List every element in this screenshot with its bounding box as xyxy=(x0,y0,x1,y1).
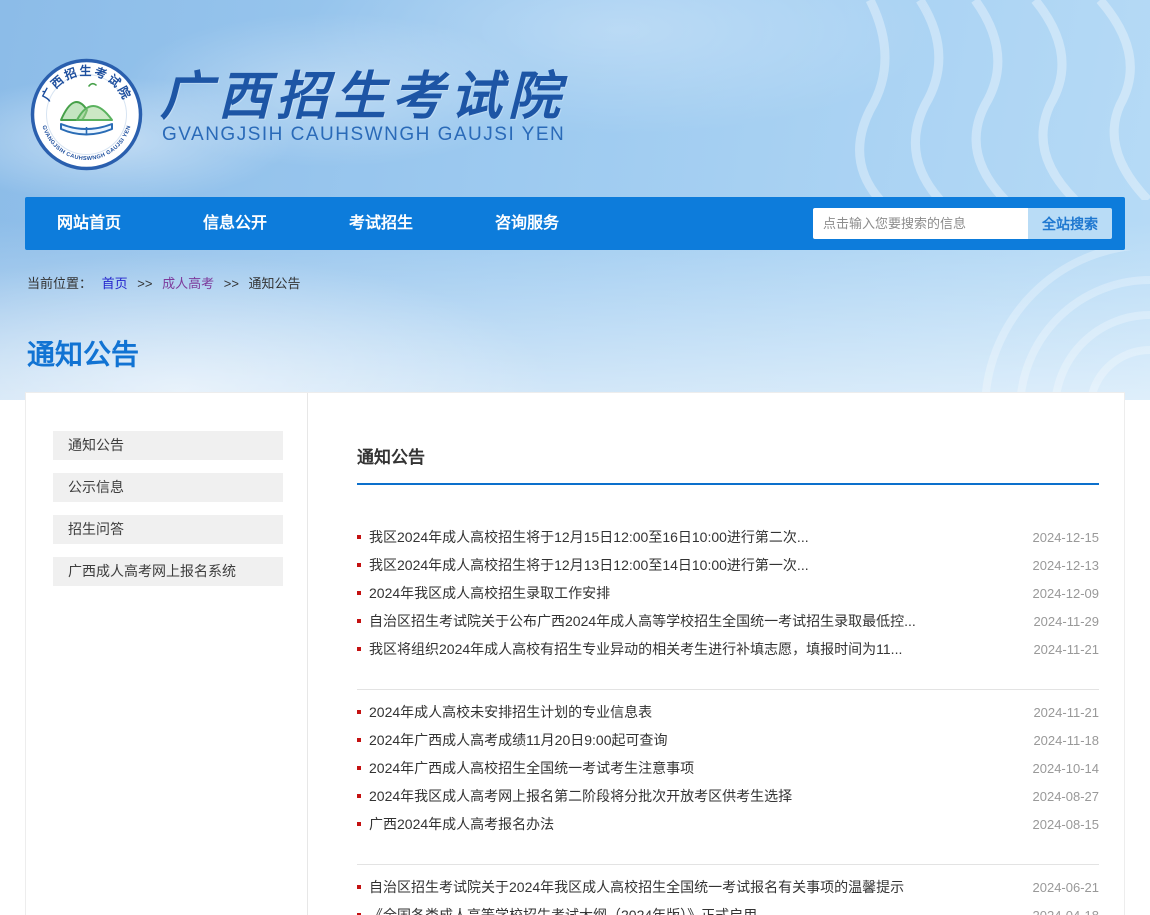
announcement-date: 2024-04-18 xyxy=(1033,908,1100,915)
section-header: 通知公告 xyxy=(357,393,1099,485)
announcement-row: 《全国各类成人高等学校招生考试大纲（2024年版）》正式启用 2024-04-18 xyxy=(357,901,1099,915)
announcement-group: 自治区招生考试院关于2024年我区成人高校招生全国统一考试报名有关事项的温馨提示… xyxy=(357,873,1099,915)
announcement-link[interactable]: 我区2024年成人高校招生将于12月15日12:00至16日10:00进行第二次… xyxy=(369,527,809,547)
bullet-icon xyxy=(357,591,361,595)
announcement-list: 我区2024年成人高校招生将于12月15日12:00至16日10:00进行第二次… xyxy=(357,523,1099,915)
announcement-row: 2024年成人高校未安排招生计划的专业信息表 2024-11-21 xyxy=(357,698,1099,726)
breadcrumb-separator: >> xyxy=(137,276,152,291)
announcement-link[interactable]: 2024年广西成人高考成绩11月20日9:00起可查询 xyxy=(369,730,668,750)
site-title: 广西招生考试院 xyxy=(160,54,760,129)
announcement-date: 2024-12-09 xyxy=(1033,586,1100,601)
announcement-link[interactable]: 广西2024年成人高考报名办法 xyxy=(369,814,554,834)
page-title: 通知公告 xyxy=(27,333,139,373)
search-input[interactable] xyxy=(813,208,1028,239)
announcement-row: 自治区招生考试院关于2024年我区成人高校招生全国统一考试报名有关事项的温馨提示… xyxy=(357,873,1099,901)
breadcrumb-section-link[interactable]: 成人高考 xyxy=(162,276,214,291)
announcement-row: 广西2024年成人高考报名办法 2024-08-15 xyxy=(357,810,1099,838)
announcement-date: 2024-06-21 xyxy=(1033,880,1100,895)
announcement-date: 2024-11-18 xyxy=(1033,733,1099,748)
announcement-group: 我区2024年成人高校招生将于12月15日12:00至16日10:00进行第二次… xyxy=(357,523,1099,690)
sidebar-item-signup-system[interactable]: 广西成人高考网上报名系统 xyxy=(53,557,283,586)
bullet-icon xyxy=(357,885,361,889)
bullet-icon xyxy=(357,647,361,651)
announcement-row-left: 2024年我区成人高考网上报名第二阶段将分批次开放考区供考生选择 xyxy=(357,786,792,806)
bullet-icon xyxy=(357,710,361,714)
sidebar: 通知公告公示信息招生问答广西成人高考网上报名系统 xyxy=(53,431,283,599)
announcement-date: 2024-10-14 xyxy=(1033,761,1100,776)
bullet-icon xyxy=(357,738,361,742)
search-button[interactable]: 全站搜索 xyxy=(1028,208,1112,239)
announcement-row-left: 2024年广西成人高考成绩11月20日9:00起可查询 xyxy=(357,730,668,750)
site-subtitle: GVANGJSIH CAUHSWNGH GAUJSI YEN xyxy=(162,124,565,146)
announcement-date: 2024-12-13 xyxy=(1033,558,1100,573)
main-column: 通知公告 我区2024年成人高校招生将于12月15日12:00至16日10:00… xyxy=(332,393,1124,915)
announcement-row: 我区将组织2024年成人高校有招生专业异动的相关考生进行补填志愿，填报时间为11… xyxy=(357,635,1099,663)
announcement-link[interactable]: 2024年我区成人高校招生录取工作安排 xyxy=(369,583,610,603)
breadcrumb-current: 通知公告 xyxy=(249,276,301,291)
announcement-row-left: 2024年广西成人高校招生全国统一考试考生注意事项 xyxy=(357,758,694,778)
breadcrumb-home-link[interactable]: 首页 xyxy=(102,276,128,291)
announcement-row: 2024年我区成人高校招生录取工作安排 2024-12-09 xyxy=(357,579,1099,607)
announcement-row: 自治区招生考试院关于公布广西2024年成人高等学校招生全国统一考试招生录取最低控… xyxy=(357,607,1099,635)
nav-item-home[interactable]: 网站首页 xyxy=(57,197,121,250)
announcement-link[interactable]: 2024年我区成人高考网上报名第二阶段将分批次开放考区供考生选择 xyxy=(369,786,792,806)
announcement-row-left: 我区将组织2024年成人高校有招生专业异动的相关考生进行补填志愿，填报时间为11… xyxy=(357,639,902,659)
announcement-row-left: 自治区招生考试院关于2024年我区成人高校招生全国统一考试报名有关事项的温馨提示 xyxy=(357,877,904,897)
announcement-link[interactable]: 2024年广西成人高校招生全国统一考试考生注意事项 xyxy=(369,758,694,778)
nav-item-info-disclosure[interactable]: 信息公开 xyxy=(203,197,267,250)
bullet-icon xyxy=(357,822,361,826)
wave-pattern-top-right xyxy=(810,0,1150,200)
announcement-row: 2024年广西成人高校招生全国统一考试考生注意事项 2024-10-14 xyxy=(357,754,1099,782)
bullet-icon xyxy=(357,563,361,567)
announcement-date: 2024-08-15 xyxy=(1033,817,1100,832)
announcement-date: 2024-08-27 xyxy=(1033,789,1100,804)
announcement-date: 2024-12-15 xyxy=(1033,530,1100,545)
section-title: 通知公告 xyxy=(357,443,1099,468)
announcement-row-left: 我区2024年成人高校招生将于12月13日12:00至14日10:00进行第一次… xyxy=(357,555,809,575)
announcement-group: 2024年成人高校未安排招生计划的专业信息表 2024-11-21 2024年广西成… xyxy=(357,698,1099,865)
announcement-row-left: 广西2024年成人高考报名办法 xyxy=(357,814,554,834)
search-box: 全站搜索 xyxy=(813,208,1112,239)
breadcrumb-separator: >> xyxy=(224,276,239,291)
breadcrumb: 当前位置： 首页 >> 成人高考 >> 通知公告 xyxy=(27,273,307,292)
announcement-date: 2024-11-21 xyxy=(1033,642,1099,657)
sidebar-item-qa[interactable]: 招生问答 xyxy=(53,515,283,544)
announcement-row-left: 我区2024年成人高校招生将于12月15日12:00至16日10:00进行第二次… xyxy=(357,527,809,547)
nav-item-consult-service[interactable]: 咨询服务 xyxy=(495,197,559,250)
announcement-date: 2024-11-29 xyxy=(1033,614,1099,629)
announcement-row: 我区2024年成人高校招生将于12月13日12:00至14日10:00进行第一次… xyxy=(357,551,1099,579)
announcement-link[interactable]: 我区将组织2024年成人高校有招生专业异动的相关考生进行补填志愿，填报时间为11… xyxy=(369,639,902,659)
announcement-row-left: 《全国各类成人高等学校招生考试大纲（2024年版）》正式启用 xyxy=(357,905,757,915)
announcement-link[interactable]: 我区2024年成人高校招生将于12月13日12:00至14日10:00进行第一次… xyxy=(369,555,809,575)
bullet-icon xyxy=(357,535,361,539)
nav-items: 网站首页 信息公开 考试招生 咨询服务 xyxy=(25,197,559,250)
vertical-divider xyxy=(307,393,308,915)
bullet-icon xyxy=(357,619,361,623)
bullet-icon xyxy=(357,766,361,770)
sidebar-item-notice[interactable]: 通知公告 xyxy=(53,431,283,460)
announcement-link[interactable]: 《全国各类成人高等学校招生考试大纲（2024年版）》正式启用 xyxy=(369,905,757,915)
announcement-row: 2024年广西成人高考成绩11月20日9:00起可查询 2024-11-18 xyxy=(357,726,1099,754)
nav-item-exam-enrollment[interactable]: 考试招生 xyxy=(349,197,413,250)
announcement-link[interactable]: 自治区招生考试院关于公布广西2024年成人高等学校招生全国统一考试招生录取最低控… xyxy=(369,611,916,631)
announcement-link[interactable]: 2024年成人高校未安排招生计划的专业信息表 xyxy=(369,702,652,722)
announcement-row-left: 2024年成人高校未安排招生计划的专业信息表 xyxy=(357,702,652,722)
site-logo[interactable]: 广西招生考试院 GVANGJSIH CAUHSWNGH GAUJSI YEN xyxy=(30,58,143,171)
page: 广西招生考试院 GVANGJSIH CAUHSWNGH GAUJSI YEN 广… xyxy=(0,0,1150,915)
wave-pattern-right xyxy=(890,250,1150,400)
announcement-row-left: 2024年我区成人高校招生录取工作安排 xyxy=(357,583,610,603)
announcement-row: 我区2024年成人高校招生将于12月15日12:00至16日10:00进行第二次… xyxy=(357,523,1099,551)
announcement-row: 2024年我区成人高考网上报名第二阶段将分批次开放考区供考生选择 2024-08-… xyxy=(357,782,1099,810)
sidebar-item-public-info[interactable]: 公示信息 xyxy=(53,473,283,502)
announcement-link[interactable]: 自治区招生考试院关于2024年我区成人高校招生全国统一考试报名有关事项的温馨提示 xyxy=(369,877,904,897)
breadcrumb-label: 当前位置： xyxy=(27,276,92,291)
content-panel: 通知公告公示信息招生问答广西成人高考网上报名系统 通知公告 我区2024年成人高… xyxy=(25,392,1125,915)
announcement-row-left: 自治区招生考试院关于公布广西2024年成人高等学校招生全国统一考试招生录取最低控… xyxy=(357,611,916,631)
announcement-date: 2024-11-21 xyxy=(1033,705,1099,720)
bullet-icon xyxy=(357,794,361,798)
main-nav: 网站首页 信息公开 考试招生 咨询服务 全站搜索 xyxy=(25,197,1125,250)
